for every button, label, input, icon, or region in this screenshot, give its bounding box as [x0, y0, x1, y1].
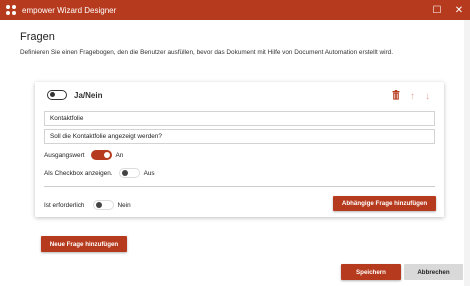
default-value-row: Ausgangswert An: [44, 150, 123, 160]
save-button[interactable]: Speichern: [341, 264, 401, 280]
question-name-field[interactable]: Kontaktfolie: [44, 111, 435, 126]
page-title: Fragen: [20, 31, 55, 43]
maximize-button[interactable]: ☐: [426, 0, 448, 20]
question-type-label: Ja/Nein: [74, 90, 103, 100]
window-title: empower Wizard Designer: [22, 5, 117, 15]
question-type-toggle-icon: [47, 90, 67, 100]
cancel-button[interactable]: Abbrechen: [404, 264, 463, 280]
checkbox-toggle[interactable]: [118, 168, 140, 178]
trash-icon[interactable]: [392, 90, 400, 103]
required-toggle[interactable]: [92, 200, 114, 210]
default-value-label: Ausgangswert: [44, 151, 85, 159]
required-row: Ist erforderlich Nein: [44, 200, 131, 210]
checkbox-state: Aus: [143, 169, 155, 177]
question-card: Ja/Nein ↑ ↓ Kontaktfolie Soll die Kontak…: [35, 82, 444, 217]
card-divider: [44, 186, 435, 187]
scrollbar[interactable]: [464, 20, 470, 286]
default-value-toggle[interactable]: [90, 150, 112, 160]
question-text-field[interactable]: Soll die Kontaktfolie angezeigt werden?: [44, 129, 435, 144]
default-value-state: An: [115, 151, 124, 159]
arrow-up-icon[interactable]: ↑: [410, 91, 415, 102]
close-button[interactable]: ✕: [448, 0, 470, 20]
app-logo-icon: [4, 3, 18, 17]
page-description: Definieren Sie einen Fragebogen, den die…: [20, 49, 393, 56]
add-dependent-question-button[interactable]: Abhängige Frage hinzufügen: [333, 196, 436, 211]
title-bar: empower Wizard Designer ☐ ✕: [0, 0, 470, 20]
checkbox-row: Als Checkbox anzeigen. Aus: [44, 168, 155, 178]
required-state: Nein: [117, 201, 131, 209]
required-label: Ist erforderlich: [44, 201, 85, 209]
checkbox-label: Als Checkbox anzeigen.: [44, 169, 113, 177]
add-question-button[interactable]: Neue Frage hinzufügen: [41, 236, 127, 252]
arrow-down-icon[interactable]: ↓: [425, 91, 430, 102]
